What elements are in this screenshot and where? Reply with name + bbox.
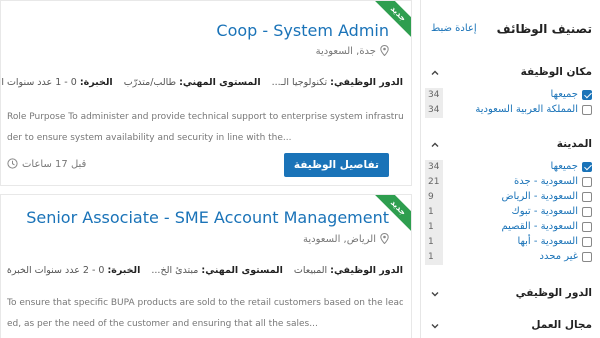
filter-option-city-qassim[interactable]: 1 السعودية - القصيم: [425, 220, 592, 235]
city-section-title[interactable]: المدينة: [557, 138, 592, 150]
filter-panel: تصنيف الوظائف إعادة ضبط مكان الوظيفة 34 …: [420, 0, 600, 338]
job-title-link[interactable]: Senior Associate - SME Account Managemen…: [26, 208, 389, 227]
job-description-line: To ensure that specific BUPA products ar…: [7, 298, 403, 308]
option-count: 1: [425, 220, 443, 235]
option-label: السعودية - القصيم: [501, 221, 578, 232]
option-count: 1: [425, 205, 443, 220]
option-checkbox[interactable]: [582, 237, 592, 247]
role-value: تكنولوجيا الـ...: [271, 77, 328, 88]
experience-label: الخبرة:: [79, 77, 113, 88]
option-count: 1: [425, 235, 443, 250]
option-checkbox[interactable]: [582, 222, 592, 232]
level-value: طالب/متدرّب: [123, 77, 177, 88]
option-label: السعودية - الرياض: [501, 191, 578, 202]
role-label: الدور الوظيفي:: [330, 77, 403, 88]
option-label: غير محدد: [539, 251, 578, 262]
job-card: جديد Senior Associate - SME Account Mana…: [0, 194, 412, 338]
job-location-text: الرياض, السعودية: [303, 234, 376, 245]
filter-option-city-unspecified[interactable]: 1 غير محدد: [425, 250, 592, 265]
option-checkbox[interactable]: [582, 90, 592, 100]
role-section-title[interactable]: الدور الوظيفي: [516, 287, 592, 299]
posted-time-text: قبل 17 ساعات: [22, 159, 87, 170]
job-location: الرياض, السعودية: [303, 232, 389, 245]
option-count: 9: [425, 190, 443, 205]
job-description-line: ed, as per the need of the customer and …: [7, 319, 318, 329]
option-label: السعودية - جدة: [514, 176, 578, 187]
chevron-up-icon[interactable]: [429, 139, 441, 151]
filter-option-city-jeddah[interactable]: 21 السعودية - جدة: [425, 175, 592, 190]
option-label: السعودية - تبوك: [511, 206, 578, 217]
filter-option-city-abha[interactable]: 1 السعودية - أبها: [425, 235, 592, 250]
job-meta: الدور الوظيفي: تكنولوجيا الـ... المستوى …: [1, 77, 403, 88]
job-list: جديد Coop - System Admin جدة, السعودية ا…: [0, 0, 412, 338]
option-checkbox[interactable]: [582, 105, 592, 115]
option-checkbox[interactable]: [582, 192, 592, 202]
job-description-line: der to ensure system availability and se…: [7, 133, 292, 143]
option-label: جميعها: [550, 89, 578, 100]
location-pin-icon: [380, 44, 389, 57]
filter-title: تصنيف الوظائف: [496, 22, 592, 36]
location-pin-icon: [380, 232, 389, 245]
option-label: المملكة العربية السعودية: [475, 104, 578, 115]
job-location: جدة, السعودية: [315, 44, 389, 57]
job-location-text: جدة, السعودية: [315, 46, 376, 57]
option-label: جميعها: [550, 161, 578, 172]
experience-label: الخبرة:: [107, 265, 141, 276]
option-checkbox[interactable]: [582, 207, 592, 217]
filter-header: تصنيف الوظائف إعادة ضبط: [421, 20, 600, 42]
option-checkbox[interactable]: [582, 177, 592, 187]
experience-value: 0 - 1 عدد سنوات الخبرة: [1, 77, 77, 88]
reset-filters-link[interactable]: إعادة ضبط: [431, 23, 477, 34]
chevron-down-icon[interactable]: [429, 288, 441, 300]
location-section-title[interactable]: مكان الوظيفة: [521, 66, 592, 78]
option-label: السعودية - أبها: [517, 236, 578, 247]
job-description: Role Purpose To administer and provide t…: [7, 107, 403, 149]
job-title-link[interactable]: Coop - System Admin: [216, 21, 389, 40]
clock-icon: [7, 158, 18, 169]
option-checkbox[interactable]: [582, 162, 592, 172]
experience-value: 0 - 2 عدد سنوات الخبرة: [6, 265, 105, 276]
chevron-up-icon[interactable]: [429, 67, 441, 79]
chevron-down-icon[interactable]: [429, 320, 441, 332]
role-label: الدور الوظيفي:: [330, 265, 403, 276]
job-description: To ensure that specific BUPA products ar…: [7, 293, 403, 335]
level-value: مبتدئ الخ...: [151, 265, 199, 276]
option-checkbox[interactable]: [582, 252, 592, 262]
filter-option-location-saudi[interactable]: 34 المملكة العربية السعودية: [425, 103, 592, 118]
job-card: جديد Coop - System Admin جدة, السعودية ا…: [0, 0, 412, 186]
job-details-button[interactable]: تفاصيل الوظيفة: [283, 153, 389, 177]
filter-option-city-all[interactable]: 34 جميعها: [425, 160, 592, 175]
role-value: المبيعات: [293, 265, 328, 276]
level-label: المستوى المهني:: [179, 77, 261, 88]
posted-time: قبل 17 ساعات: [7, 158, 86, 170]
option-count: 34: [425, 103, 443, 118]
filter-option-location-all[interactable]: 34 جميعها: [425, 88, 592, 103]
job-description-line: Role Purpose To administer and provide t…: [7, 112, 403, 122]
option-count: 21: [425, 175, 443, 190]
field-section-title[interactable]: مجال العمل: [531, 319, 592, 331]
level-label: المستوى المهني:: [201, 265, 283, 276]
option-count: 34: [425, 160, 443, 175]
option-count: 1: [425, 250, 443, 265]
option-count: 34: [425, 88, 443, 103]
filter-option-city-tabuk[interactable]: 1 السعودية - تبوك: [425, 205, 592, 220]
job-meta: الدور الوظيفي: المبيعات المستوى المهني: …: [1, 265, 403, 276]
filter-option-city-riyadh[interactable]: 9 السعودية - الرياض: [425, 190, 592, 205]
